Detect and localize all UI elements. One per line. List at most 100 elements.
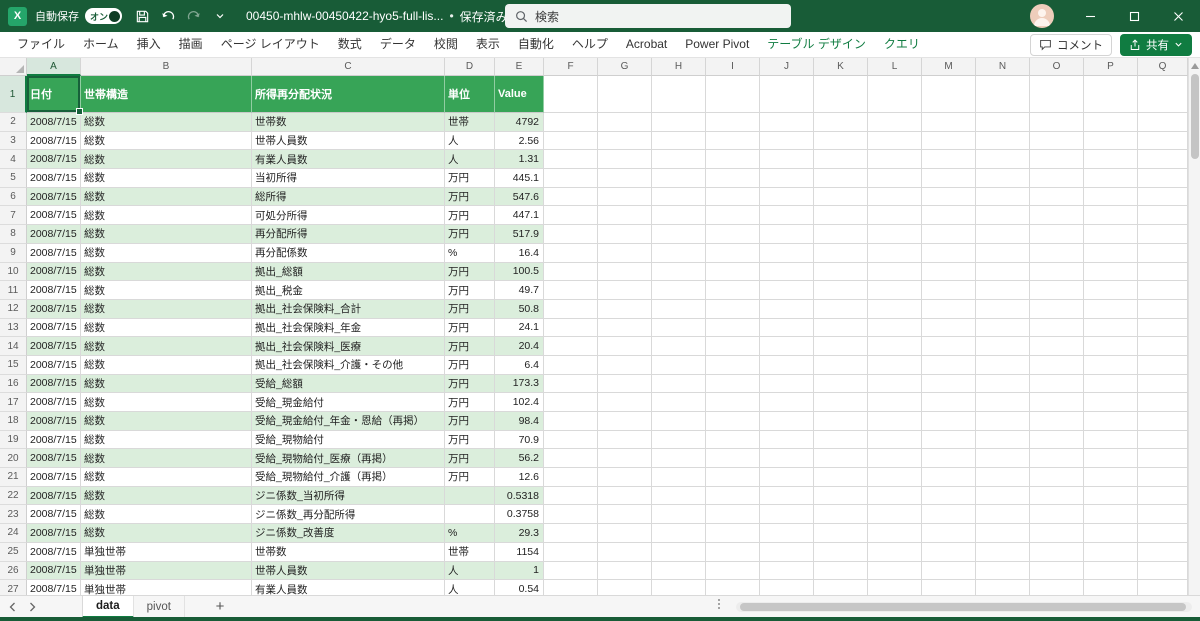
cell[interactable]: 1.31 [495,150,544,169]
cell[interactable]: 総数 [81,431,252,450]
row-header-26[interactable]: 26 [0,562,27,581]
cell[interactable] [976,300,1030,319]
cell[interactable] [652,319,706,338]
cell[interactable]: 世帯人員数 [252,132,445,151]
cell[interactable] [1030,319,1084,338]
cell[interactable] [598,468,652,487]
cell[interactable] [760,505,814,524]
column-header-E[interactable]: E [495,58,544,76]
cell[interactable] [652,76,706,113]
cell[interactable] [544,393,598,412]
cell[interactable] [814,393,868,412]
row-header-14[interactable]: 14 [0,337,27,356]
cell[interactable] [598,76,652,113]
undo-icon[interactable] [156,4,180,28]
column-header-I[interactable]: I [706,58,760,76]
cell[interactable]: 受給_総額 [252,375,445,394]
cell[interactable] [760,150,814,169]
cell[interactable] [598,319,652,338]
cell[interactable]: 2008/7/15 [27,487,81,506]
cell[interactable]: 2.56 [495,132,544,151]
cell[interactable]: 2008/7/15 [27,431,81,450]
cell[interactable] [598,300,652,319]
maximize-button[interactable] [1112,0,1156,32]
vertical-scroll-thumb[interactable] [1191,74,1199,159]
cell[interactable] [868,300,922,319]
cell[interactable] [544,206,598,225]
cell[interactable] [976,580,1030,595]
cell[interactable]: 2008/7/15 [27,337,81,356]
cell[interactable] [814,524,868,543]
row-header-10[interactable]: 10 [0,263,27,282]
cell[interactable] [868,393,922,412]
scroll-up-icon[interactable] [1191,63,1199,69]
cell[interactable] [598,281,652,300]
column-header-L[interactable]: L [868,58,922,76]
menu-tab-ページ レイアウト[interactable]: ページ レイアウト [212,32,329,57]
row-header-21[interactable]: 21 [0,468,27,487]
cell[interactable]: 単位 [445,76,495,113]
cell[interactable] [760,431,814,450]
row-header-7[interactable]: 7 [0,206,27,225]
horizontal-scrollbar[interactable] [736,602,1192,612]
menu-tab-データ[interactable]: データ [371,32,425,57]
cell[interactable] [760,412,814,431]
row-header-6[interactable]: 6 [0,188,27,207]
cell[interactable] [922,150,976,169]
cell[interactable] [976,468,1030,487]
cell[interactable] [1084,113,1138,132]
select-all-corner[interactable] [0,58,27,76]
cell[interactable] [814,169,868,188]
cell[interactable]: ジニ係数_再分配所得 [252,505,445,524]
cell[interactable] [706,150,760,169]
cell[interactable] [868,412,922,431]
cell[interactable] [922,356,976,375]
cell[interactable] [814,487,868,506]
cell[interactable] [922,188,976,207]
cell[interactable]: 世帯人員数 [252,562,445,581]
cell[interactable]: 29.3 [495,524,544,543]
share-button[interactable]: 共有 [1120,34,1192,56]
cell[interactable] [1084,562,1138,581]
scrollbar-grip-icon[interactable] [718,599,720,609]
cell[interactable] [706,113,760,132]
cell[interactable] [922,76,976,113]
cell[interactable] [814,337,868,356]
cell[interactable] [1030,431,1084,450]
cell[interactable] [652,524,706,543]
cell[interactable] [760,449,814,468]
cell[interactable] [868,76,922,113]
cell[interactable] [814,468,868,487]
cell[interactable] [922,206,976,225]
cell[interactable] [544,244,598,263]
cell[interactable] [1084,431,1138,450]
cell[interactable] [598,562,652,581]
cell[interactable] [1030,412,1084,431]
cell[interactable] [1084,319,1138,338]
cell[interactable]: 拠出_社会保険料_年金 [252,319,445,338]
cell[interactable] [706,337,760,356]
cell[interactable]: Value [495,76,544,113]
cell[interactable] [760,562,814,581]
cell[interactable] [706,393,760,412]
row-header-4[interactable]: 4 [0,150,27,169]
cell[interactable]: 総数 [81,263,252,282]
cell[interactable] [976,132,1030,151]
cell[interactable] [598,393,652,412]
cell[interactable] [1084,505,1138,524]
cell[interactable] [922,263,976,282]
cell[interactable] [652,487,706,506]
cell[interactable] [1084,393,1138,412]
row-header-8[interactable]: 8 [0,225,27,244]
cell[interactable] [1138,431,1188,450]
cell[interactable] [544,281,598,300]
cell[interactable] [1084,169,1138,188]
cell[interactable]: 万円 [445,356,495,375]
cell[interactable] [1084,580,1138,595]
cell[interactable] [814,543,868,562]
cell[interactable] [922,337,976,356]
cell[interactable]: 2008/7/15 [27,524,81,543]
cell[interactable]: 万円 [445,263,495,282]
cell[interactable] [814,206,868,225]
cell[interactable] [544,132,598,151]
